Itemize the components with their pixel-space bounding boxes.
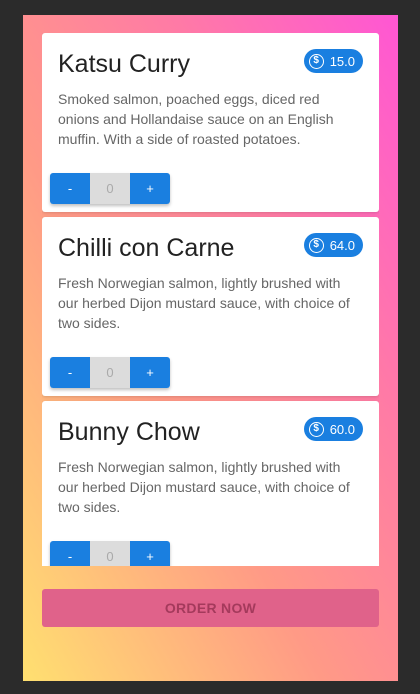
price-value: 64.0 <box>329 237 355 253</box>
item-description: Fresh Norwegian salmon, lightly brushed … <box>58 459 350 515</box>
price-badge: $ 64.0 <box>303 233 363 257</box>
item-description: Smoked salmon, poached eggs, diced red o… <box>58 91 334 147</box>
item-description: Fresh Norwegian salmon, lightly brushed … <box>58 275 350 331</box>
quantity-stepper: - 0 + <box>50 173 170 204</box>
price-value: 60.0 <box>329 421 355 437</box>
quantity-stepper: - 0 + <box>50 541 170 566</box>
menu-item-card: Bunny Chow $ 60.0 Fresh Norwegian salmon… <box>42 401 379 566</box>
price-badge: $ 15.0 <box>303 49 363 73</box>
increase-button[interactable]: + <box>130 357 170 388</box>
decrease-button[interactable]: - <box>50 173 90 204</box>
item-title: Chilli con Carne <box>58 234 235 262</box>
dollar-coin-icon: $ <box>308 237 324 253</box>
price-value: 15.0 <box>329 53 355 69</box>
app-screen: Katsu Curry $ 15.0 Smoked salmon, poache… <box>23 15 398 681</box>
dollar-coin-icon: $ <box>308 421 324 437</box>
quantity-stepper: - 0 + <box>50 357 170 388</box>
decrease-button[interactable]: - <box>50 357 90 388</box>
quantity-value: 0 <box>90 357 130 388</box>
price-badge: $ 60.0 <box>303 417 363 441</box>
menu-item-card: Chilli con Carne $ 64.0 Fresh Norwegian … <box>42 217 379 396</box>
quantity-value: 0 <box>90 541 130 566</box>
quantity-value: 0 <box>90 173 130 204</box>
menu-item-card: Katsu Curry $ 15.0 Smoked salmon, poache… <box>42 33 379 212</box>
item-title: Bunny Chow <box>58 418 200 446</box>
increase-button[interactable]: + <box>130 541 170 566</box>
menu-list[interactable]: Katsu Curry $ 15.0 Smoked salmon, poache… <box>42 33 379 566</box>
increase-button[interactable]: + <box>130 173 170 204</box>
dollar-coin-icon: $ <box>308 53 324 69</box>
decrease-button[interactable]: - <box>50 541 90 566</box>
item-title: Katsu Curry <box>58 50 190 78</box>
order-now-button[interactable]: ORDER NOW <box>42 589 379 627</box>
